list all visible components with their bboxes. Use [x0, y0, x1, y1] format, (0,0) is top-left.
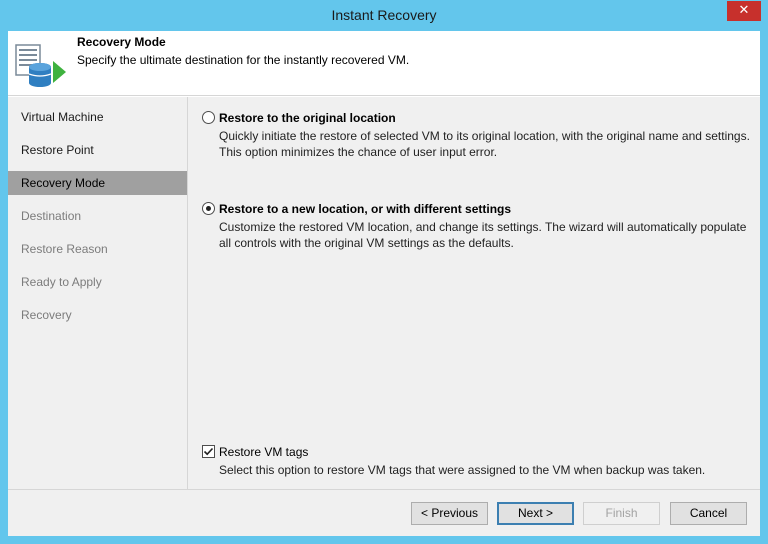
title-bar[interactable]: Instant Recovery ✕ — [0, 0, 768, 30]
original-location-label[interactable]: Restore to the original location — [219, 111, 396, 125]
wizard-client: Recovery Mode Specify the ultimate desti… — [8, 31, 760, 536]
restore-vm-tags-checkbox[interactable] — [202, 445, 215, 458]
new-location-label[interactable]: Restore to a new location, or with diffe… — [219, 202, 511, 216]
new-location-radio[interactable] — [202, 202, 215, 215]
close-icon: ✕ — [738, 3, 750, 18]
wizard-window: Instant Recovery ✕ Recovery Mode Specify… — [0, 0, 768, 544]
window-title: Instant Recovery — [331, 7, 437, 23]
finish-button: Finish — [583, 502, 660, 525]
step-ready-to-apply: Ready to Apply — [21, 275, 102, 289]
next-button[interactable]: Next > — [497, 502, 574, 525]
radio-selected-dot — [206, 206, 211, 211]
wizard-header: Recovery Mode Specify the ultimate desti… — [8, 31, 760, 96]
checkmark-icon — [203, 447, 214, 456]
new-location-description: Customize the restored VM location, and … — [219, 220, 747, 250]
step-restore-point[interactable]: Restore Point — [8, 138, 187, 162]
page-title: Recovery Mode — [77, 35, 166, 49]
step-destination: Destination — [21, 209, 82, 223]
step-recovery-mode[interactable]: Recovery Mode — [8, 171, 187, 195]
wizard-body: Virtual Machine Restore Point Recovery M… — [8, 97, 760, 489]
original-location-description: Quickly initiate the restore of selected… — [219, 129, 750, 159]
step-recovery: Recovery — [21, 308, 72, 322]
step-virtual-machine[interactable]: Virtual Machine — [8, 105, 187, 129]
restore-vm-tags-label[interactable]: Restore VM tags — [219, 445, 308, 459]
options-panel: Restore to the original location Quickly… — [189, 97, 760, 489]
close-button[interactable]: ✕ — [727, 1, 761, 21]
original-location-radio[interactable] — [202, 111, 215, 124]
step-restore-reason: Restore Reason — [21, 242, 108, 256]
vm-restore-icon — [15, 44, 66, 87]
previous-button[interactable]: < Previous — [411, 502, 488, 525]
steps-sidebar: Virtual Machine Restore Point Recovery M… — [8, 97, 188, 489]
cancel-button[interactable]: Cancel — [670, 502, 747, 525]
page-subtitle: Specify the ultimate destination for the… — [77, 53, 410, 67]
wizard-footer: < Previous Next > Finish Cancel — [8, 489, 760, 536]
restore-vm-tags-description: Select this option to restore VM tags th… — [219, 463, 706, 477]
